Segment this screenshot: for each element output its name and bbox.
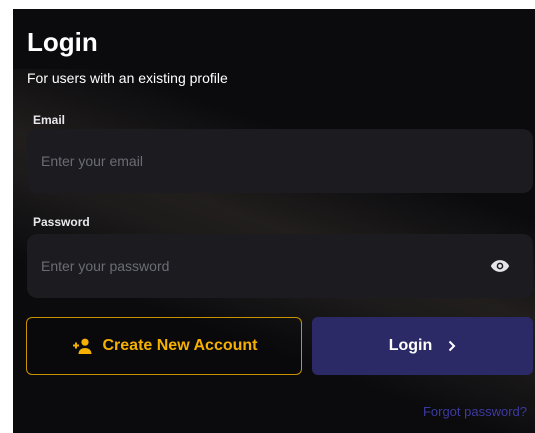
create-account-button[interactable]: Create New Account xyxy=(26,317,302,375)
create-account-label: Create New Account xyxy=(102,337,258,354)
password-label: Password xyxy=(33,215,90,229)
password-field[interactable] xyxy=(27,234,533,298)
email-label: Email xyxy=(33,113,66,127)
email-field-container xyxy=(27,129,533,193)
person-add-icon xyxy=(71,338,93,354)
forgot-password-link[interactable]: Forgot password? xyxy=(423,404,527,419)
chevron-right-icon xyxy=(448,340,456,352)
password-field-container xyxy=(27,234,533,298)
login-button-label: Login xyxy=(388,337,433,354)
page-title: Login xyxy=(27,27,98,57)
login-panel: Login For users with an existing profile… xyxy=(13,9,535,433)
email-field[interactable] xyxy=(27,129,533,193)
eye-icon[interactable] xyxy=(489,256,511,276)
login-button[interactable]: Login xyxy=(312,317,533,375)
page-subtitle: For users with an existing profile xyxy=(27,70,228,86)
